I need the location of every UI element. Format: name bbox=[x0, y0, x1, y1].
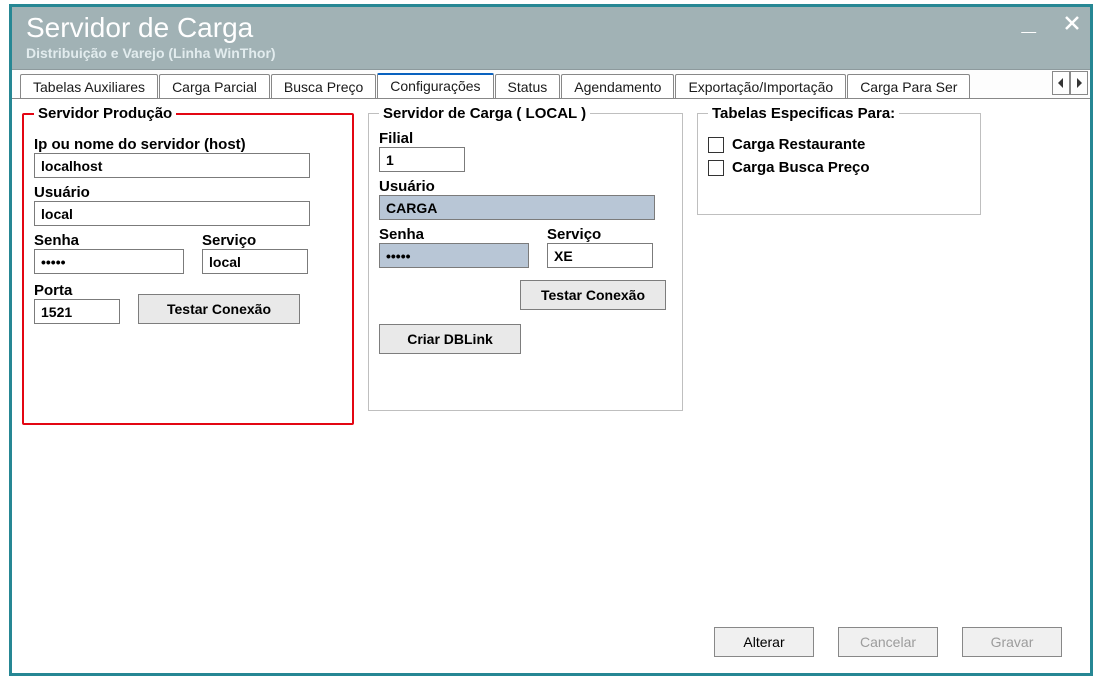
producao-porta-label: Porta bbox=[34, 282, 120, 299]
checkbox-carga-restaurante-label: Carga Restaurante bbox=[732, 136, 865, 153]
tab-configuracoes[interactable]: Configurações bbox=[377, 73, 493, 98]
tab-strip: Tabelas Auxiliares Carga Parcial Busca P… bbox=[12, 69, 1090, 98]
tab-scroll-left[interactable] bbox=[1052, 71, 1070, 95]
tab-busca-preco[interactable]: Busca Preço bbox=[271, 74, 376, 99]
local-testar-conexao-button[interactable]: Testar Conexão bbox=[520, 280, 666, 310]
tab-status[interactable]: Status bbox=[495, 74, 561, 99]
group-tabelas-especificas-legend: Tabelas Especificas Para: bbox=[708, 105, 899, 122]
local-usuario-input[interactable] bbox=[379, 195, 655, 220]
tab-exportacao-importacao[interactable]: Exportação/Importação bbox=[675, 74, 846, 99]
group-servidor-producao: Servidor Produção Ip ou nome do servidor… bbox=[22, 105, 354, 425]
local-senha-input[interactable] bbox=[379, 243, 529, 268]
minimize-icon[interactable]: _ bbox=[1022, 11, 1036, 31]
tab-tabelas-auxiliares[interactable]: Tabelas Auxiliares bbox=[20, 74, 158, 99]
group-servidor-producao-legend: Servidor Produção bbox=[34, 105, 176, 122]
tab-carga-parcial[interactable]: Carga Parcial bbox=[159, 74, 270, 99]
local-filial-label: Filial bbox=[379, 130, 672, 147]
checkbox-carga-restaurante[interactable] bbox=[708, 137, 724, 153]
host-input[interactable] bbox=[34, 153, 310, 178]
app-window: Servidor de Carga Distribuição e Varejo … bbox=[9, 4, 1093, 676]
tab-scroll-right[interactable] bbox=[1070, 71, 1088, 95]
producao-servico-input[interactable] bbox=[202, 249, 308, 274]
producao-servico-label: Serviço bbox=[202, 232, 308, 249]
checkbox-carga-busca-preco-label: Carga Busca Preço bbox=[732, 159, 870, 176]
local-usuario-label: Usuário bbox=[379, 178, 672, 195]
footer-buttons: Alterar Cancelar Gravar bbox=[714, 627, 1062, 657]
group-servidor-carga-local: Servidor de Carga ( LOCAL ) Filial Usuár… bbox=[368, 105, 683, 411]
criar-dblink-button[interactable]: Criar DBLink bbox=[379, 324, 521, 354]
window-subtitle: Distribuição e Varejo (Linha WinThor) bbox=[26, 45, 1076, 61]
cancelar-button[interactable]: Cancelar bbox=[838, 627, 938, 657]
producao-testar-conexao-button[interactable]: Testar Conexão bbox=[138, 294, 300, 324]
window-title: Servidor de Carga bbox=[26, 13, 1076, 43]
producao-senha-input[interactable] bbox=[34, 249, 184, 274]
checkbox-carga-busca-preco[interactable] bbox=[708, 160, 724, 176]
local-filial-input[interactable] bbox=[379, 147, 465, 172]
gravar-button[interactable]: Gravar bbox=[962, 627, 1062, 657]
alterar-button[interactable]: Alterar bbox=[714, 627, 814, 657]
window-controls: _ bbox=[1008, 15, 1080, 35]
group-servidor-carga-local-legend: Servidor de Carga ( LOCAL ) bbox=[379, 105, 590, 122]
group-tabelas-especificas: Tabelas Especificas Para: Carga Restaura… bbox=[697, 105, 981, 215]
producao-usuario-input[interactable] bbox=[34, 201, 310, 226]
producao-senha-label: Senha bbox=[34, 232, 184, 249]
producao-usuario-label: Usuário bbox=[34, 184, 342, 201]
local-servico-input[interactable] bbox=[547, 243, 653, 268]
title-bar: Servidor de Carga Distribuição e Varejo … bbox=[12, 7, 1090, 69]
close-icon[interactable] bbox=[1064, 15, 1080, 35]
tab-agendamento[interactable]: Agendamento bbox=[561, 74, 674, 99]
local-senha-label: Senha bbox=[379, 226, 529, 243]
producao-porta-input[interactable] bbox=[34, 299, 120, 324]
tab-carga-para-ser[interactable]: Carga Para Ser bbox=[847, 74, 970, 99]
tab-content-configuracoes: Servidor Produção Ip ou nome do servidor… bbox=[12, 98, 1090, 673]
host-label: Ip ou nome do servidor (host) bbox=[34, 136, 342, 153]
local-servico-label: Serviço bbox=[547, 226, 653, 243]
